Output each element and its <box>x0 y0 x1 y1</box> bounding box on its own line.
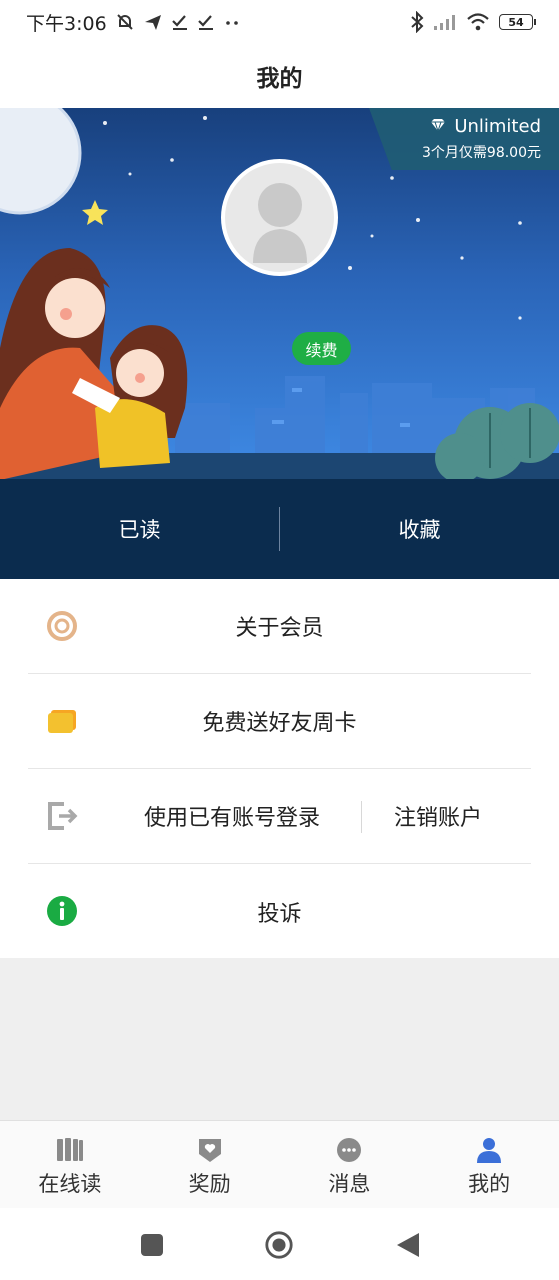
dots-icon <box>223 13 241 31</box>
page-title: 我的 <box>256 66 303 92</box>
vip-badge-title-row: Unlimited <box>369 116 541 137</box>
login-existing-account-link[interactable]: 使用已有账号登录 <box>144 800 320 832</box>
book-icon <box>55 1135 85 1165</box>
system-nav-bar <box>0 1208 559 1280</box>
nav-item-mine[interactable]: 我的 <box>419 1121 559 1208</box>
signal-icon <box>433 13 457 31</box>
page-header: 我的 <box>0 44 559 108</box>
menu-item-gift-week-card[interactable]: 免费送好友周卡 <box>28 674 531 769</box>
check-icon <box>171 13 189 31</box>
bottom-nav: 在线读 奖励 消息 我的 <box>0 1120 559 1208</box>
send-icon <box>143 12 163 32</box>
lifebuoy-icon <box>45 609 79 643</box>
avatar[interactable] <box>221 159 338 276</box>
user-icon <box>474 1135 504 1165</box>
account-row-divider <box>361 801 362 833</box>
renew-button[interactable]: 续费 <box>292 332 351 365</box>
moon-decoration <box>0 108 80 213</box>
profile-banner: Unlimited 3个月仅需98.00元 续费 <box>0 108 559 480</box>
menu-label-complaint: 投诉 <box>257 901 302 927</box>
diamond-icon <box>430 116 446 137</box>
recent-apps-button[interactable] <box>137 1230 167 1260</box>
app-root: 下午3:06 54 我的 Unlimited 3个月仅需98.00元 续费 已读… <box>0 0 559 1280</box>
favorites-tab[interactable]: 收藏 <box>280 514 559 544</box>
back-button[interactable] <box>393 1230 423 1260</box>
menu-item-about-membership[interactable]: 关于会员 <box>28 579 531 674</box>
status-right: 54 <box>410 11 536 33</box>
status-left: 下午3:06 <box>26 9 241 36</box>
vip-badge-subtitle: 3个月仅需98.00元 <box>422 145 541 161</box>
menu-label-about-membership: 关于会员 <box>235 616 324 641</box>
nav-label-mine: 我的 <box>468 1172 511 1196</box>
nav-label-reward: 奖励 <box>188 1172 231 1196</box>
nav-label-online-read: 在线读 <box>38 1172 102 1196</box>
stats-bar: 已读 收藏 <box>0 479 559 579</box>
nav-item-messages[interactable]: 消息 <box>280 1121 420 1208</box>
vip-badge[interactable]: Unlimited 3个月仅需98.00元 <box>369 108 559 170</box>
vip-badge-title: Unlimited <box>454 116 541 137</box>
cancel-account-link[interactable]: 注销账户 <box>394 800 482 832</box>
card-icon <box>45 704 79 738</box>
mute-bell-icon <box>115 12 135 32</box>
nav-item-reward[interactable]: 奖励 <box>140 1121 280 1208</box>
logout-icon <box>45 799 79 833</box>
info-icon <box>45 894 79 928</box>
menu-item-complaint[interactable]: 投诉 <box>28 864 531 959</box>
home-button[interactable] <box>264 1230 294 1260</box>
menu-item-account: 使用已有账号登录 注销账户 <box>28 769 531 864</box>
status-time: 下午3:06 <box>26 12 107 35</box>
triangle-back-icon <box>397 1233 419 1257</box>
circle-icon <box>265 1231 293 1259</box>
battery-icon: 54 <box>499 14 536 30</box>
check-icon <box>197 13 215 31</box>
chat-bubble-icon <box>334 1135 364 1165</box>
square-icon <box>141 1234 163 1256</box>
reward-badge-icon <box>195 1135 225 1165</box>
default-avatar-icon <box>253 183 307 263</box>
nav-label-messages: 消息 <box>328 1172 371 1196</box>
read-tab[interactable]: 已读 <box>0 514 279 544</box>
status-bar: 下午3:06 54 <box>0 0 559 44</box>
settings-menu: 关于会员 免费送好友周卡 使用已有账号登录 注销账户 投诉 <box>0 579 559 958</box>
wifi-icon <box>466 12 490 32</box>
menu-label-gift-week-card: 免费送好友周卡 <box>202 711 357 736</box>
bluetooth-icon <box>410 11 424 33</box>
nav-item-online-read[interactable]: 在线读 <box>0 1121 140 1208</box>
